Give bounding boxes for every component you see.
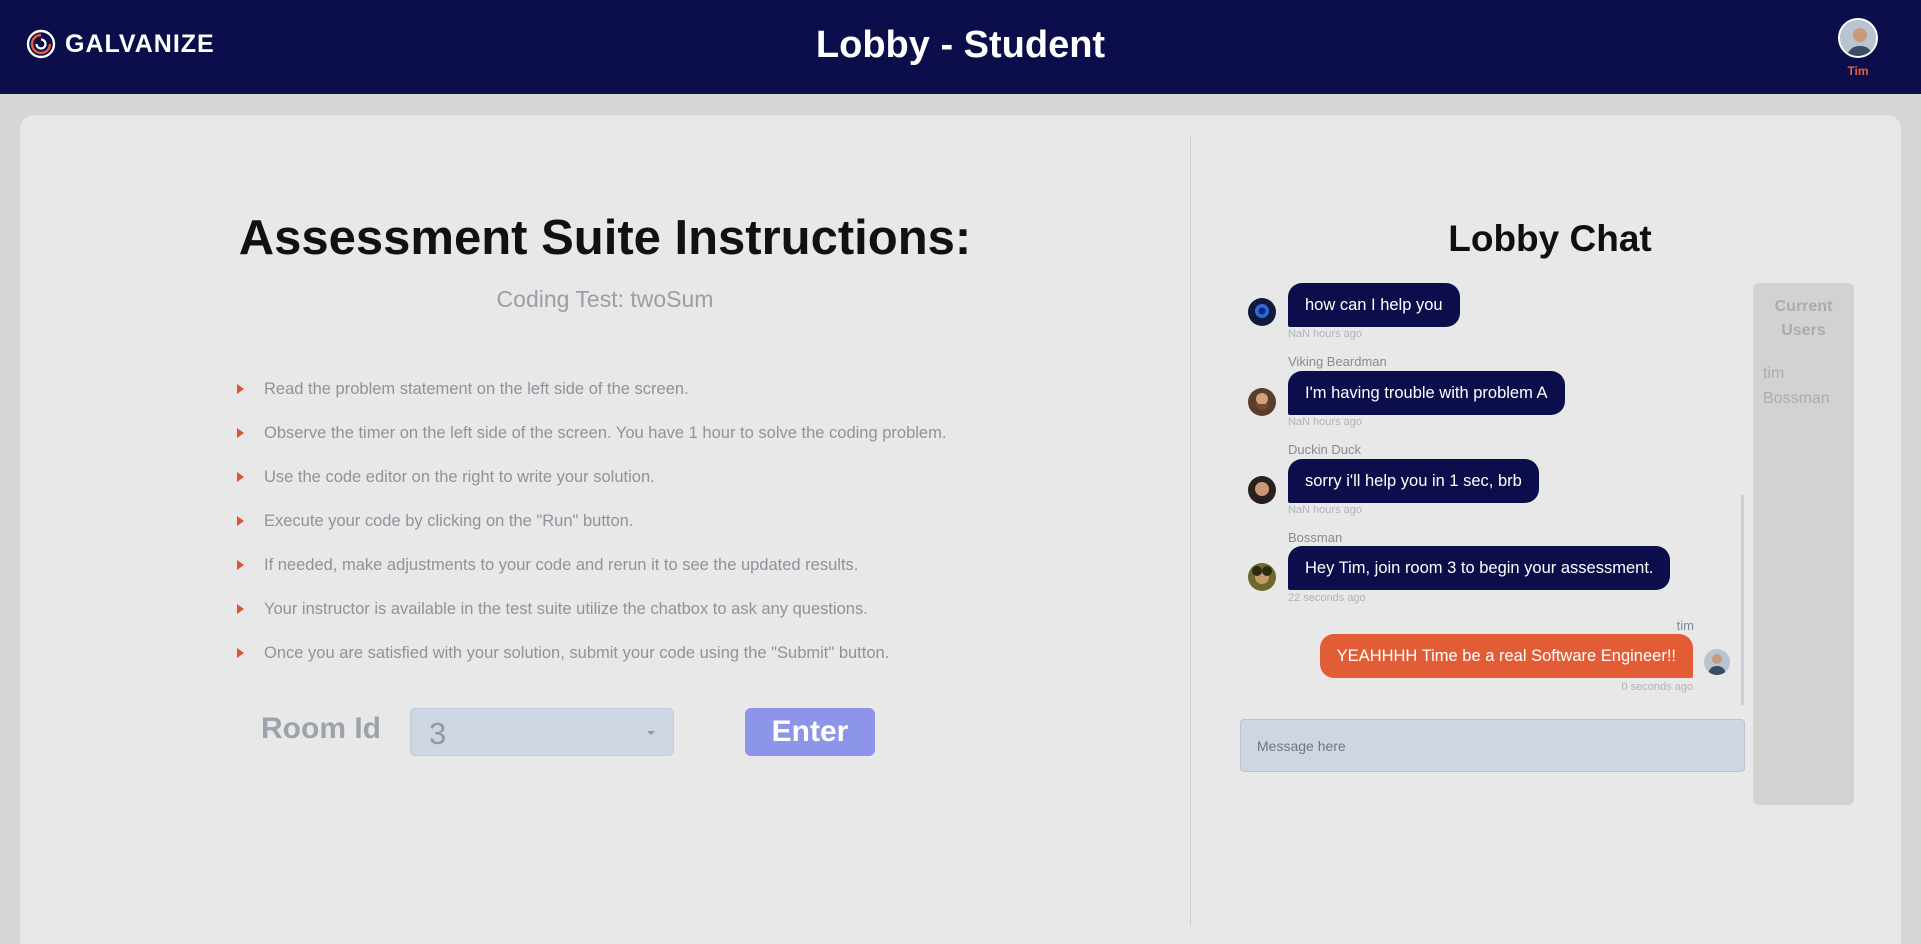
message-sender: Bossman [1288, 530, 1343, 545]
message-timestamp: NaN hours ago [1288, 504, 1362, 516]
bullet-arrow-icon [237, 516, 244, 526]
bullet-arrow-icon [237, 604, 244, 614]
message-sender: Duckin Duck [1288, 442, 1361, 457]
chat-scrollbar[interactable] [1741, 495, 1744, 705]
bullet-arrow-icon [237, 472, 244, 482]
avatar [1248, 563, 1276, 591]
avatar [1248, 476, 1276, 504]
chat-message-bubble: sorry i'll help you in 1 sec, brb [1288, 459, 1539, 503]
bullet-arrow-icon [237, 560, 244, 570]
instruction-step: Execute your code by clicking on the "Ru… [237, 499, 946, 543]
message-sender: tim [1676, 618, 1694, 633]
current-users-title: Current Users [1774, 298, 1833, 339]
chat-message-bubble: I'm having trouble with problem A [1288, 371, 1565, 415]
user-profile[interactable]: Tim [1836, 18, 1880, 78]
avatar [1248, 388, 1276, 416]
chat-message-bubble: how can I help you [1288, 283, 1460, 327]
instruction-steps: Read the problem statement on the left s… [237, 367, 946, 675]
avatar [1704, 649, 1730, 675]
instruction-step: Observe the timer on the left side of th… [237, 411, 946, 455]
room-id-value: 3 [429, 716, 447, 751]
user-name: Tim [1847, 64, 1869, 78]
message-sender: Viking Beardman [1288, 354, 1387, 369]
room-id-select[interactable]: 3 [410, 708, 674, 756]
instruction-step: Read the problem statement on the left s… [237, 367, 946, 411]
instruction-step: If needed, make adjustments to your code… [237, 543, 946, 587]
coding-test-subtitle: Coding Test: twoSum [496, 286, 714, 312]
message-timestamp: NaN hours ago [1288, 328, 1362, 340]
current-users-panel: Current Users tim Bossman [1753, 283, 1854, 805]
bullet-arrow-icon [237, 384, 244, 394]
user-list: tim Bossman [1753, 361, 1854, 411]
instructions-title: Assessment Suite Instructions: [238, 211, 972, 265]
bullet-arrow-icon [237, 648, 244, 658]
message-timestamp: 0 seconds ago [1621, 681, 1693, 693]
instruction-step: Use the code editor on the right to writ… [237, 455, 946, 499]
instruction-step: Your instructor is available in the test… [237, 587, 946, 631]
chat-title: Lobby Chat [1448, 218, 1652, 259]
message-timestamp: NaN hours ago [1288, 416, 1362, 428]
room-id-label: Room Id [261, 712, 381, 745]
chat-message-bubble: YEAHHHH Time be a real Software Engineer… [1319, 634, 1693, 678]
instruction-step: Once you are satisfied with your solutio… [237, 631, 946, 675]
chevron-down-icon [647, 731, 655, 735]
message-input[interactable] [1240, 719, 1745, 772]
top-nav-bar: GALVANIZE Lobby - Student Tim [0, 0, 1921, 94]
message-timestamp: 22 seconds ago [1288, 592, 1366, 604]
bullet-arrow-icon [237, 428, 244, 438]
page-title: Lobby - Student [815, 24, 1106, 66]
user-avatar[interactable] [1838, 18, 1878, 58]
enter-button[interactable]: Enter [745, 708, 875, 756]
chat-message-bubble: Hey Tim, join room 3 to begin your asses… [1288, 546, 1671, 590]
list-item: tim [1763, 365, 1785, 382]
avatar [1248, 298, 1276, 326]
list-item: Bossman [1763, 390, 1830, 407]
